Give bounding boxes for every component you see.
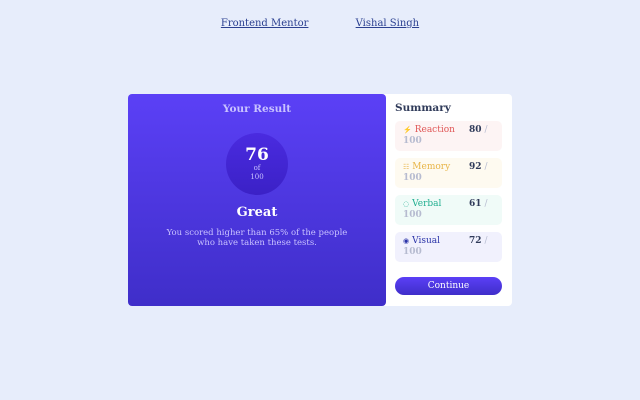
score-of-label: of (253, 164, 261, 172)
summary-title: Summary (395, 102, 451, 114)
summary-item-value: 72/ (469, 236, 488, 246)
continue-button[interactable]: Continue (395, 277, 502, 295)
score-value: 76 (245, 145, 269, 165)
summary-item-max: 100 (403, 210, 422, 220)
brain-icon: ☷ (403, 163, 410, 171)
results-card: Your Result 76 of 100 Great You scored h… (128, 94, 512, 306)
summary-item-verbal: ◌ Verbal 61/ 100 (395, 195, 502, 225)
result-description: You scored higher than 65% of the people… (166, 228, 348, 248)
summary-item-value: 92/ (469, 162, 488, 172)
speech-bubble-icon: ◌ (403, 200, 410, 208)
summary-item-visual: ◉ Visual 72/ 100 (395, 232, 502, 262)
summary-item-value: 61/ (469, 199, 488, 209)
summary-item-label: Reaction (414, 125, 455, 135)
summary-item-max: 100 (403, 136, 422, 146)
author-link[interactable]: Vishal Singh (356, 18, 420, 29)
result-panel: Your Result 76 of 100 Great You scored h… (128, 94, 386, 306)
summary-item-label: Memory (412, 162, 451, 172)
result-title: Your Result (222, 103, 292, 115)
summary-item-label: Visual (412, 236, 440, 246)
summary-item-label: Verbal (412, 199, 442, 209)
score-total: 100 (250, 173, 264, 181)
summary-panel: Summary ⚡ Reaction 80/ 100 ☷ Memory 92/ 10… (386, 94, 512, 306)
summary-item-max: 100 (403, 247, 422, 257)
lightning-icon: ⚡ (403, 126, 412, 134)
rating-label: Great (236, 205, 278, 220)
summary-item-value: 80/ (469, 125, 488, 135)
top-links: Frontend Mentor Vishal Singh (0, 18, 640, 29)
frontend-mentor-link[interactable]: Frontend Mentor (221, 18, 309, 29)
eye-icon: ◉ (403, 237, 410, 245)
summary-item-memory: ☷ Memory 92/ 100 (395, 158, 502, 188)
summary-item-reaction: ⚡ Reaction 80/ 100 (395, 121, 502, 151)
score-circle: 76 of 100 (226, 133, 288, 195)
summary-item-max: 100 (403, 173, 422, 183)
